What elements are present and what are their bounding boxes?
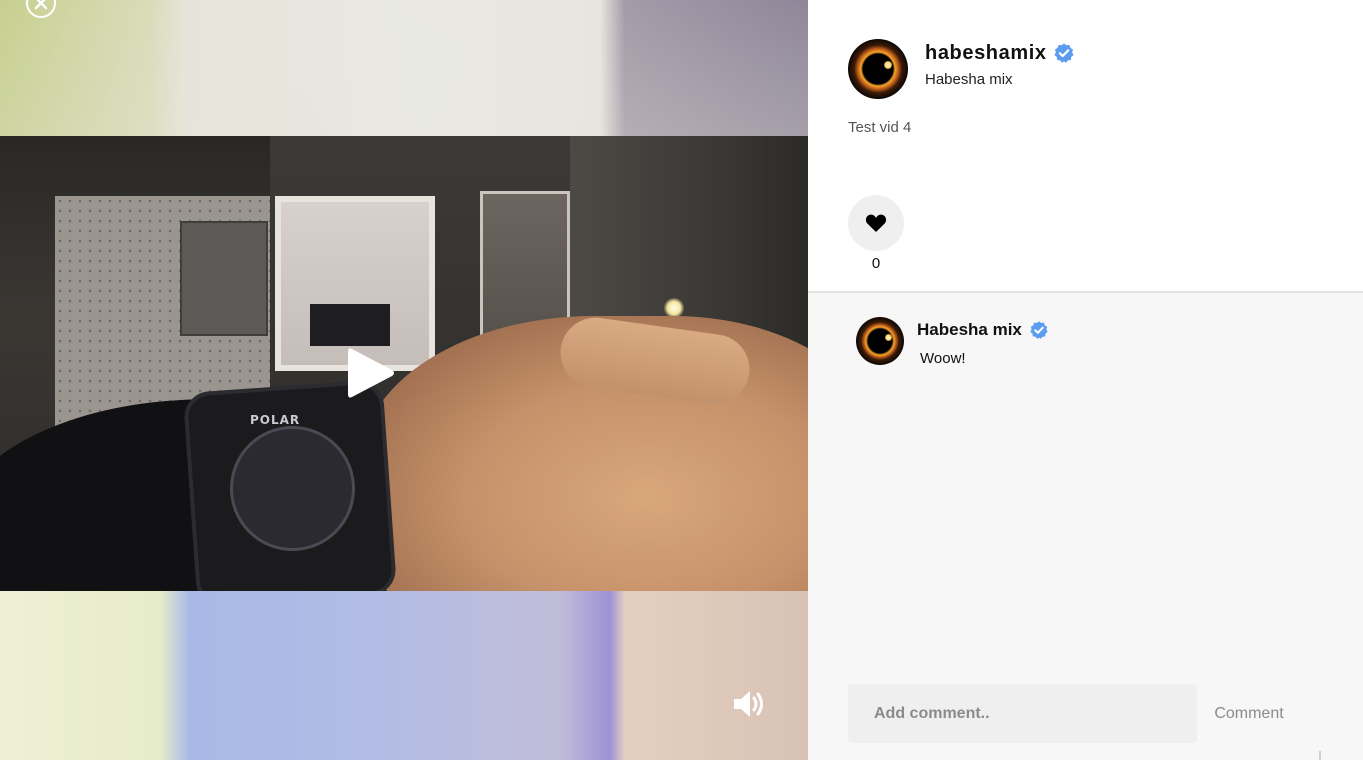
play-button[interactable] — [346, 345, 396, 401]
post-caption: Test vid 4 — [848, 119, 912, 136]
scrollbar-hint — [1319, 751, 1321, 760]
video-player[interactable]: POLAR — [0, 136, 808, 591]
verified-badge-icon — [1054, 43, 1074, 63]
comment-author-name[interactable]: Habesha mix — [917, 320, 1022, 340]
eclipse-flare — [885, 334, 892, 341]
close-circle-icon — [34, 0, 48, 10]
verified-badge-icon — [1030, 321, 1048, 339]
comment-submit-button[interactable]: Comment — [1200, 684, 1298, 743]
comment-input[interactable] — [848, 684, 1197, 743]
video-frame-watch-face — [230, 426, 355, 551]
blurred-backdrop-top — [0, 0, 808, 136]
eclipse-flare — [884, 61, 892, 69]
video-frame-cabinet — [180, 221, 268, 336]
play-icon — [348, 348, 394, 398]
video-frame-monitor — [310, 304, 390, 346]
post-header: habeshamix Habesha mix Test vid 4 0 — [808, 0, 1363, 291]
author-avatar[interactable] — [848, 39, 908, 99]
post-details-panel: habeshamix Habesha mix Test vid 4 0 Habe… — [808, 0, 1363, 760]
heart-icon — [865, 214, 887, 232]
comment-item: Habesha mix Woow! — [856, 317, 1316, 373]
author-username[interactable]: habeshamix — [925, 42, 1047, 65]
author-display-name: Habesha mix — [925, 71, 1013, 88]
comment-author-avatar[interactable] — [856, 317, 904, 365]
like-button[interactable] — [848, 195, 904, 251]
like-count: 0 — [871, 255, 881, 272]
volume-icon — [734, 691, 763, 717]
video-viewer: POLAR — [0, 0, 808, 760]
video-frame-watch-brand: POLAR — [250, 413, 301, 427]
blurred-backdrop-bottom — [0, 591, 808, 760]
comment-text: Woow! — [920, 350, 966, 367]
mute-toggle-button[interactable] — [732, 688, 768, 720]
comments-section: Habesha mix Woow! Comment — [808, 293, 1363, 760]
video-frame-lamp — [664, 298, 684, 318]
